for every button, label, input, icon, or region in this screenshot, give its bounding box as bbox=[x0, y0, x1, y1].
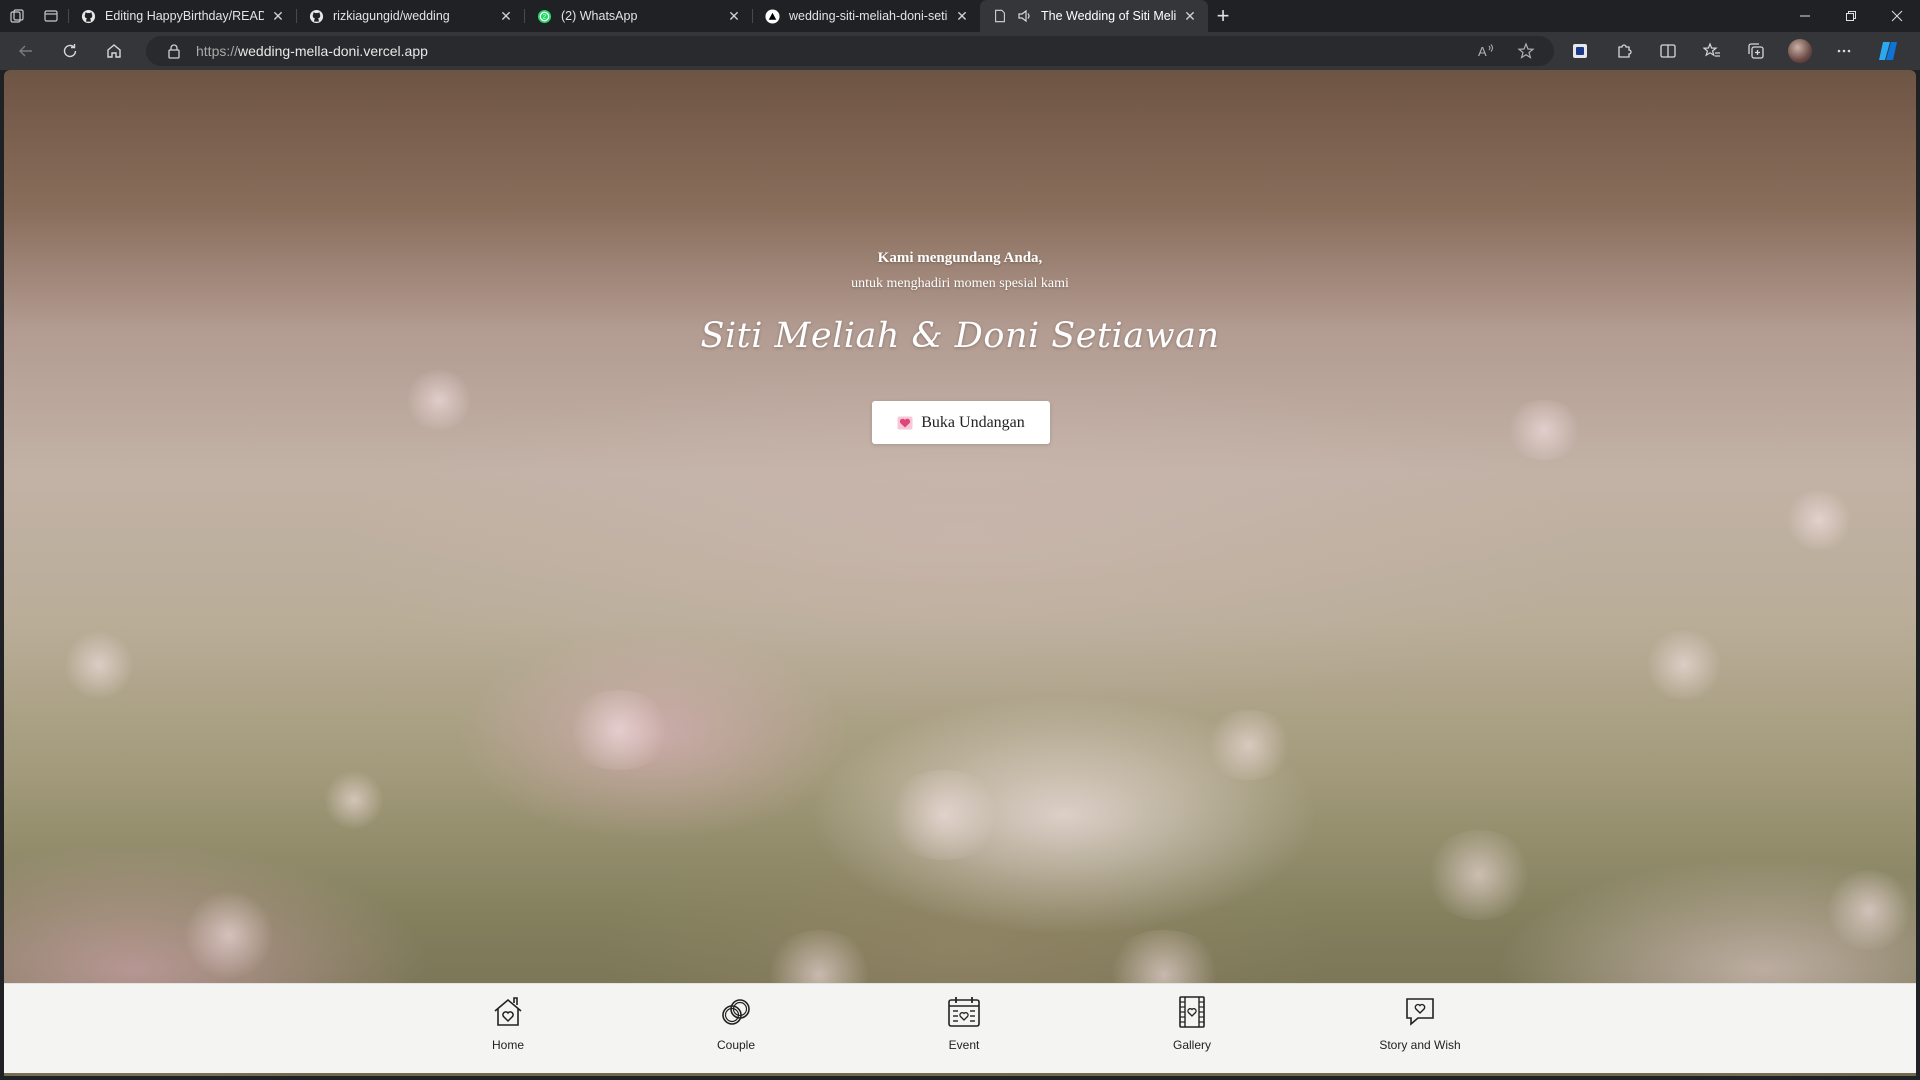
nav-label-story-and-wish: Story and Wish bbox=[1379, 1038, 1461, 1052]
new-tab-button[interactable]: + bbox=[1208, 0, 1238, 32]
restore-icon[interactable] bbox=[1828, 0, 1874, 32]
close-window-icon[interactable] bbox=[1874, 0, 1920, 32]
bottom-navigation: Home Couple Event Gallery Story and Wish bbox=[4, 983, 1916, 1073]
window-controls bbox=[1782, 0, 1920, 32]
open-invitation-label: Buka Undangan bbox=[921, 413, 1025, 431]
chat-heart-icon bbox=[1406, 998, 1434, 1026]
toolbar-actions bbox=[1558, 32, 1910, 70]
nav-item-gallery[interactable]: Gallery bbox=[1132, 990, 1252, 1064]
vercel-icon bbox=[764, 8, 780, 24]
nav-label-event: Event bbox=[948, 1038, 980, 1052]
film-gallery-icon bbox=[1179, 996, 1205, 1028]
extensions-puzzle-icon[interactable] bbox=[1602, 32, 1646, 70]
nav-item-home[interactable]: Home bbox=[448, 990, 568, 1064]
tab-wedding-active[interactable]: The Wedding of Siti Meliah ✕ bbox=[980, 0, 1208, 32]
tab-actions-icon[interactable] bbox=[34, 0, 68, 32]
nav-label-home: Home bbox=[491, 1038, 524, 1052]
tab-github-readme[interactable]: Editing HappyBirthday/README ✕ bbox=[68, 0, 296, 32]
minimize-icon[interactable] bbox=[1782, 0, 1828, 32]
close-icon[interactable]: ✕ bbox=[726, 8, 742, 24]
tab-whatsapp[interactable]: 2 (2) WhatsApp ✕ bbox=[524, 0, 752, 32]
invitation-greeting: Kami mengundang Anda, bbox=[877, 250, 1043, 266]
heart-icon bbox=[897, 416, 913, 430]
nav-item-story-and-wish[interactable]: Story and Wish bbox=[1360, 990, 1480, 1064]
rings-icon bbox=[722, 999, 750, 1025]
close-icon[interactable]: ✕ bbox=[1182, 8, 1198, 24]
github-icon bbox=[80, 8, 96, 24]
calendar-icon bbox=[948, 997, 980, 1027]
tab-title: rizkiagungid/wedding bbox=[333, 9, 450, 23]
close-icon[interactable]: ✕ bbox=[954, 8, 970, 24]
collections-icon[interactable] bbox=[1734, 32, 1778, 70]
home-icon[interactable] bbox=[92, 32, 136, 70]
open-invitation-button[interactable]: Buka Undangan bbox=[872, 401, 1050, 444]
tab-title: (2) WhatsApp bbox=[561, 9, 638, 23]
page-icon bbox=[992, 8, 1008, 24]
nav-item-couple[interactable]: Couple bbox=[676, 990, 796, 1064]
github-icon bbox=[308, 8, 324, 24]
more-menu-icon[interactable] bbox=[1822, 32, 1866, 70]
close-icon[interactable]: ✕ bbox=[498, 8, 514, 24]
copilot-icon[interactable] bbox=[1866, 32, 1910, 70]
reload-icon[interactable] bbox=[48, 32, 92, 70]
tab-strip: Editing HappyBirthday/README ✕ rizkiagun… bbox=[0, 0, 1920, 32]
url-text[interactable]: https://wedding-mella-doni.vercel.app bbox=[196, 43, 428, 59]
home-heart-icon bbox=[494, 997, 522, 1026]
profile-avatar[interactable] bbox=[1778, 32, 1822, 70]
svg-text:A: A bbox=[1478, 44, 1487, 59]
invitation-subtitle: untuk menghadiri momen spesial kami bbox=[851, 276, 1069, 291]
tab-title: The Wedding of Siti Meliah bbox=[1041, 9, 1176, 23]
favorites-icon[interactable] bbox=[1690, 32, 1734, 70]
tab-title: Editing HappyBirthday/README bbox=[105, 9, 264, 23]
couple-names-title: Siti Meliah & Doni Setiawan bbox=[700, 316, 1220, 356]
tab-title: wedding-siti-meliah-doni-setiaw bbox=[789, 9, 948, 23]
lock-icon[interactable] bbox=[160, 43, 188, 59]
page-viewport: Kami mengundang Anda, untuk menghadiri m… bbox=[4, 70, 1916, 1076]
whatsapp-icon: 2 bbox=[536, 8, 552, 24]
speaker-icon[interactable] bbox=[1017, 8, 1033, 24]
close-icon[interactable]: ✕ bbox=[270, 8, 286, 24]
nav-label-couple: Couple bbox=[716, 1038, 756, 1052]
tab-github-wedding[interactable]: rizkiagungid/wedding ✕ bbox=[296, 0, 524, 32]
window-bottom-edge bbox=[0, 1076, 1920, 1080]
browser-toolbar: https://wedding-mella-doni.vercel.app A bbox=[0, 32, 1920, 70]
extension-icon[interactable] bbox=[1558, 32, 1602, 70]
workspaces-icon[interactable] bbox=[0, 0, 34, 32]
tab-vercel[interactable]: wedding-siti-meliah-doni-setiaw ✕ bbox=[752, 0, 980, 32]
read-aloud-icon[interactable]: A bbox=[1466, 43, 1506, 59]
back-icon[interactable] bbox=[4, 32, 48, 70]
split-screen-icon[interactable] bbox=[1646, 32, 1690, 70]
favorite-star-icon[interactable] bbox=[1506, 42, 1546, 60]
nav-item-event[interactable]: Event bbox=[904, 990, 1024, 1064]
nav-label-gallery: Gallery bbox=[1172, 1038, 1211, 1052]
address-bar[interactable]: https://wedding-mella-doni.vercel.app A bbox=[146, 36, 1554, 66]
